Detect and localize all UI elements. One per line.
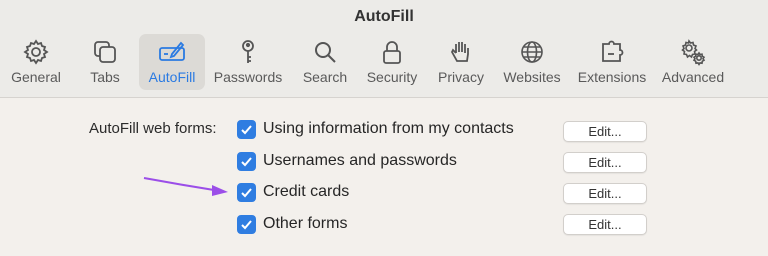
checkmark-icon: [241, 220, 252, 230]
credit-cards-checkbox[interactable]: [237, 183, 256, 202]
gear-icon: [21, 37, 51, 67]
usernames-checkbox[interactable]: [237, 152, 256, 171]
section-label: AutoFill web forms:: [89, 120, 217, 137]
lock-icon: [377, 37, 407, 67]
tab-label: Privacy: [438, 69, 484, 85]
checkmark-icon: [241, 188, 252, 198]
tabs-icon: [90, 37, 120, 67]
puzzle-icon: [597, 37, 627, 67]
tab-advanced[interactable]: Advanced: [657, 34, 729, 90]
option-label: Using information from my contacts: [263, 120, 514, 137]
hand-icon: [446, 37, 476, 67]
checkmark-icon: [241, 125, 252, 135]
key-icon: [233, 37, 263, 67]
checkmark-icon: [241, 157, 252, 167]
tab-passwords[interactable]: Passwords: [212, 34, 284, 90]
edit-usernames-button[interactable]: Edit...: [563, 152, 647, 173]
tab-label: Security: [366, 69, 418, 85]
tab-security[interactable]: Security: [362, 34, 422, 90]
tab-privacy[interactable]: Privacy: [433, 34, 489, 90]
tab-tabs[interactable]: Tabs: [80, 34, 130, 90]
gears-icon: [678, 37, 708, 67]
tab-label: General: [11, 69, 61, 85]
autofill-pane: AutoFill web forms: Using information fr…: [0, 99, 768, 256]
tab-label: AutoFill: [148, 69, 196, 85]
preferences-toolbar: AutoFill General Tabs AutoFill Passwords…: [0, 0, 768, 98]
tab-autofill[interactable]: AutoFill: [139, 34, 205, 90]
tab-search[interactable]: Search: [297, 34, 353, 90]
option-label: Other forms: [263, 215, 348, 232]
autofill-pencil-icon: [157, 37, 187, 67]
edit-other-forms-button[interactable]: Edit...: [563, 214, 647, 235]
tab-extensions[interactable]: Extensions: [576, 34, 648, 90]
tab-label: Extensions: [577, 69, 647, 85]
tab-label: Search: [302, 69, 348, 85]
other-forms-checkbox[interactable]: [237, 215, 256, 234]
globe-icon: [517, 37, 547, 67]
edit-credit-cards-button[interactable]: Edit...: [563, 183, 647, 204]
tab-general[interactable]: General: [8, 34, 64, 90]
tab-label: Websites: [503, 69, 561, 85]
tab-websites[interactable]: Websites: [499, 34, 565, 90]
contacts-checkbox[interactable]: [237, 120, 256, 139]
tab-label: Advanced: [661, 69, 725, 85]
edit-contacts-button[interactable]: Edit...: [563, 121, 647, 142]
tab-label: Passwords: [213, 69, 283, 85]
preferences-tabs: General Tabs AutoFill Passwords Search S…: [0, 34, 768, 90]
option-label: Credit cards: [263, 183, 350, 200]
magnifier-icon: [310, 37, 340, 67]
arrow-annotation-icon: [143, 177, 228, 196]
tab-label: Tabs: [90, 69, 120, 85]
option-label: Usernames and passwords: [263, 152, 457, 169]
window-title: AutoFill: [354, 8, 414, 25]
